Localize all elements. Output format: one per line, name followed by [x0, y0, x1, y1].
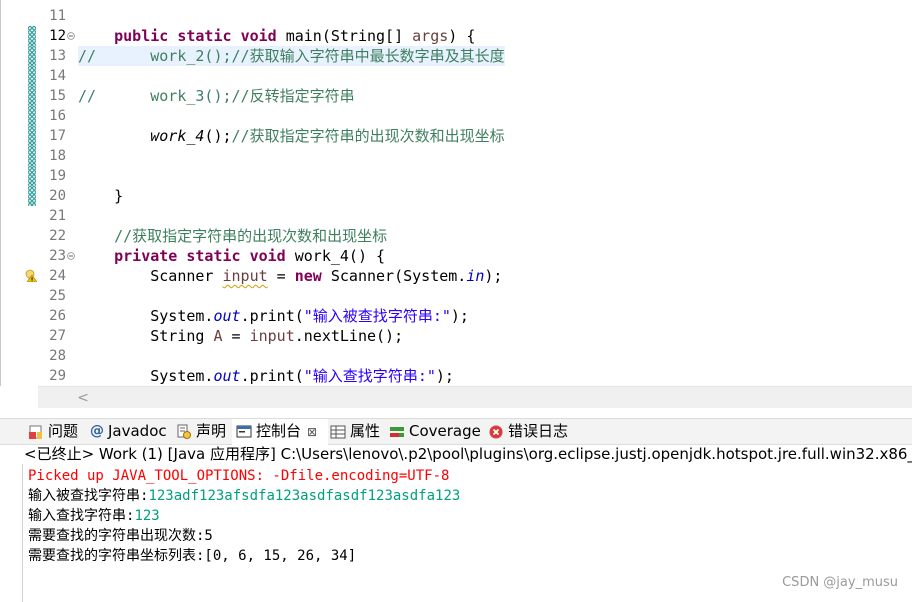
line-number: 25 [49, 288, 66, 304]
editor-line: 14 [0, 66, 912, 86]
change-marker [28, 66, 36, 86]
code-text[interactable]: Scanner input = new Scanner(System.in); [78, 266, 502, 286]
editor-line: 13 // work_2();//获取输入字符串中最长数字串及其长度 [0, 46, 912, 66]
line-number: 17 [49, 128, 66, 144]
javadoc-icon: @ [90, 423, 104, 439]
editor-line: 11 [0, 6, 912, 26]
change-marker [28, 106, 36, 126]
console-input: 123 [134, 508, 160, 524]
properties-icon [330, 425, 346, 438]
line-number: 27 [49, 328, 66, 344]
line-number: 14 [49, 68, 66, 84]
line-number: 18 [49, 148, 66, 164]
editor-line: 26 System.out.print("输入被查找字符串:"); [0, 306, 912, 326]
console-line: 需要查找的字符串出现次数:5 [28, 528, 213, 544]
editor-line: 17 work_4();//获取指定字符串的出现次数和出现坐标 [0, 126, 912, 146]
line-number: 15 [49, 88, 66, 104]
editor-line: 12 public static void main(String[] args… [0, 26, 912, 46]
console-prompt: 输入查找字符串: [28, 508, 135, 524]
console-tab-bar: 问题 @ Javadoc 声明 控制台 ⊠ 属性 Coverage 错误日志 [0, 418, 912, 445]
fold-collapse-icon[interactable] [67, 252, 75, 260]
change-marker [28, 146, 36, 166]
code-text[interactable]: work_4();//获取指定字符串的出现次数和出现坐标 [78, 126, 504, 146]
code-text[interactable]: //获取指定字符串的出现次数和出现坐标 [78, 226, 387, 246]
panel-gap [0, 408, 912, 418]
line-number: 11 [49, 8, 66, 24]
line-number: 26 [49, 308, 66, 324]
change-marker [28, 86, 36, 106]
editor-line: 22 //获取指定字符串的出现次数和出现坐标 [0, 226, 912, 246]
tab-label: Javadoc [108, 422, 167, 440]
coverage-icon [390, 426, 404, 437]
code-text[interactable]: System.out.print("输入被查找字符串:"); [78, 306, 469, 326]
editor-line: 15 // work_3();//反转指定字符串 [0, 86, 912, 106]
console-icon [236, 425, 252, 437]
line-number: 23 [49, 248, 66, 264]
code-text[interactable]: } [78, 186, 123, 206]
line-number: 21 [49, 208, 66, 224]
editor-line: 25 [0, 286, 912, 306]
change-marker [28, 166, 36, 186]
code-text[interactable]: String A = input.nextLine(); [78, 326, 403, 346]
editor-line: 24 Scanner input = new Scanner(System.in… [0, 266, 912, 286]
code-text[interactable]: private static void work_4() { [78, 246, 385, 266]
tab-console[interactable]: 控制台 ⊠ [232, 419, 328, 445]
scroll-left-icon[interactable]: < [76, 387, 90, 409]
editor-line: 29 System.out.print("输入查找字符串:"); [0, 366, 912, 386]
console-left-border [22, 464, 23, 602]
console-input: 123adf123afsdfa123asdfasdf123asdfa123 [148, 488, 461, 504]
line-number: 22 [49, 228, 66, 244]
tab-coverage[interactable]: Coverage [389, 419, 481, 444]
horizontal-scrollbar[interactable]: < [38, 386, 912, 409]
tab-label: 声明 [196, 422, 227, 440]
line-number: 20 [49, 188, 66, 204]
console-header: <已终止> Work (1) [Java 应用程序] C:\Users\leno… [24, 445, 912, 463]
error-log-icon [489, 425, 503, 438]
tab-label: 问题 [48, 422, 79, 440]
tab-javadoc[interactable]: @ Javadoc [90, 419, 167, 444]
watermark: CSDN @jay_musu [782, 575, 898, 590]
code-text[interactable]: // work_3();//反转指定字符串 [78, 86, 355, 106]
tab-label: 属性 [350, 422, 381, 440]
code-text[interactable]: public static void main(String[] args) { [78, 26, 475, 46]
change-marker [28, 26, 36, 46]
console-line: 输入查找字符串:123 [28, 506, 160, 526]
tab-properties[interactable]: 属性 [330, 419, 380, 444]
tab-label: 控制台 [256, 422, 302, 440]
console-prompt: 输入被查找字符串: [28, 488, 149, 504]
editor-line: 23 private static void work_4() { [0, 246, 912, 266]
line-number: 16 [49, 108, 66, 124]
editor-line: 21 [0, 206, 912, 226]
editor-line: 27 String A = input.nextLine(); [0, 326, 912, 346]
editor-line: 19 [0, 166, 912, 186]
line-number: 12 [49, 28, 66, 44]
code-editor[interactable]: 11 12 public static void main(String[] a… [0, 0, 912, 386]
line-number: 19 [49, 168, 66, 184]
line-number: 28 [49, 348, 66, 364]
tab-declaration[interactable]: 声明 [176, 419, 226, 444]
tab-error-log[interactable]: 错误日志 [488, 419, 568, 444]
tab-label: Coverage [409, 422, 481, 440]
change-marker [28, 46, 36, 66]
editor-line: 16 [0, 106, 912, 126]
editor-line: 18 [0, 146, 912, 166]
tab-problems[interactable]: 问题 [28, 419, 78, 444]
console-line: 需要查找的字符串坐标列表:[0, 6, 15, 26, 34] [28, 548, 357, 564]
change-marker [28, 186, 36, 206]
editor-line: 20 } [0, 186, 912, 206]
tab-label: 错误日志 [508, 422, 569, 440]
change-marker [28, 126, 36, 146]
line-number: 24 [49, 268, 66, 284]
problems-icon [29, 425, 42, 439]
line-number: 13 [49, 48, 66, 64]
declaration-icon [177, 424, 191, 439]
console-line: 输入被查找字符串:123adf123afsdfa123asdfasdf123as… [28, 486, 460, 506]
console-line: Picked up JAVA_TOOL_OPTIONS: -Dfile.enco… [28, 468, 450, 484]
close-icon[interactable]: ⊠ [307, 425, 317, 439]
code-text[interactable]: System.out.print("输入查找字符串:"); [78, 366, 454, 386]
code-text[interactable]: // work_2();//获取输入字符串中最长数字串及其长度 [78, 46, 505, 66]
editor-line: 28 [0, 346, 912, 366]
line-number: 29 [49, 368, 66, 384]
fold-collapse-icon[interactable] [67, 32, 75, 40]
